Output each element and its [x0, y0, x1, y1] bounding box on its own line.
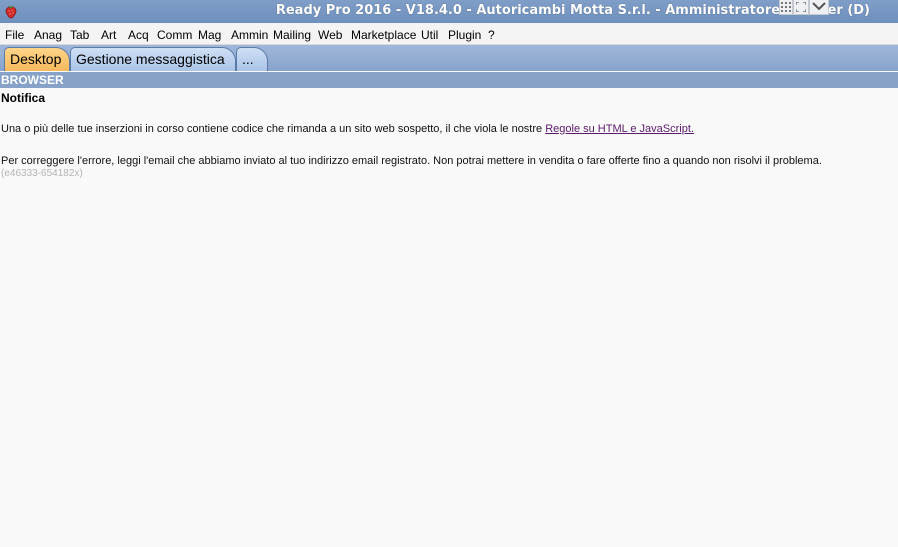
notification-message-text: Una o più delle tue inserzioni in corso … — [1, 123, 546, 135]
notification-title: Notifica — [1, 91, 46, 105]
menu-mailing[interactable]: Mailing — [273, 28, 311, 42]
tab-more[interactable]: ... — [236, 47, 268, 71]
menu-anag[interactable]: Anag — [34, 28, 62, 42]
error-code: (e46333-654182x) — [1, 168, 83, 179]
menu-util[interactable]: Util — [421, 28, 438, 42]
menu-web[interactable]: Web — [318, 28, 342, 42]
tab-bar: Desktop Gestione messaggistica ... — [0, 45, 898, 71]
title-bar: Ready Pro 2016 - V18.4.0 - Autoricambi M… — [0, 0, 898, 23]
menu-bar: File Anag Tab Art Acq Comm Mag Ammin Mai… — [0, 23, 898, 45]
html-js-rules-link[interactable]: Regole su HTML e JavaScript. — [545, 123, 694, 135]
chevron-down-icon[interactable] — [809, 0, 829, 15]
menu-tab[interactable]: Tab — [70, 28, 89, 42]
grid-icon[interactable] — [779, 0, 793, 15]
menu-comm[interactable]: Comm — [157, 28, 192, 42]
strawberry-icon[interactable] — [3, 3, 19, 19]
menu-marketplace[interactable]: Marketplace — [351, 28, 416, 42]
browser-content: Notifica Una o più delle tue inserzioni … — [0, 88, 898, 547]
tab-desktop[interactable]: Desktop — [4, 47, 70, 71]
browser-panel-header: BROWSER — [0, 72, 898, 88]
menu-help[interactable]: ? — [488, 28, 495, 42]
menu-file[interactable]: File — [5, 28, 24, 42]
notification-instructions: Per correggere l'errore, leggi l'email c… — [1, 155, 822, 167]
tab-gestione-messaggistica[interactable]: Gestione messaggistica — [70, 47, 236, 71]
menu-acq[interactable]: Acq — [128, 28, 149, 42]
notification-message: Una o più delle tue inserzioni in corso … — [1, 123, 694, 135]
menu-plugin[interactable]: Plugin — [448, 28, 481, 42]
menu-ammin[interactable]: Ammin — [231, 28, 268, 42]
menu-art[interactable]: Art — [101, 28, 116, 42]
menu-mag[interactable]: Mag — [198, 28, 221, 42]
expand-icon[interactable] — [793, 0, 809, 15]
